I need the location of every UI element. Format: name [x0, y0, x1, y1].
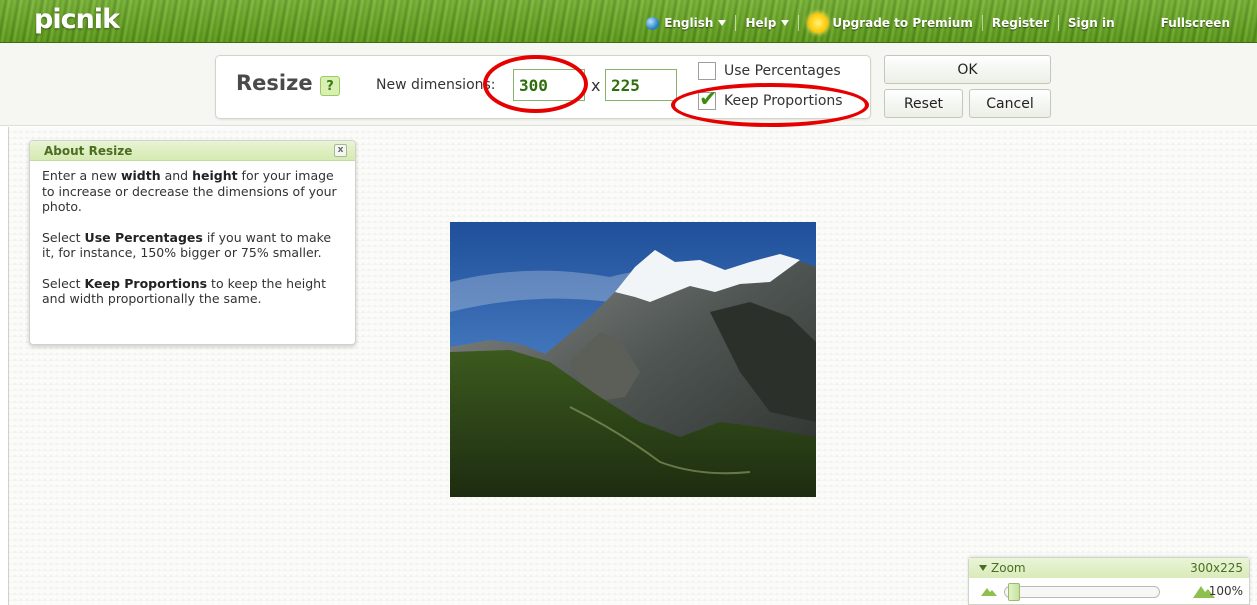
help-label: Help	[745, 16, 777, 30]
picnik-logo[interactable]: picnik	[34, 4, 120, 36]
top-navigation: English Help Upgrade to Premium Register…	[637, 13, 1239, 33]
cancel-button[interactable]: Cancel	[969, 89, 1051, 118]
keep-proportions-label: Keep Proportions	[724, 93, 843, 109]
about-paragraph-2: Select Use Percentages if you want to ma…	[42, 229, 332, 261]
dimensions-label: New dimensions:	[376, 77, 496, 93]
zoom-slider-track[interactable]	[1004, 586, 1160, 598]
keep-proportions-option[interactable]: ✔ Keep Proportions	[698, 87, 843, 112]
zoom-image-size: 300x225	[1190, 561, 1243, 575]
help-button[interactable]: ?	[320, 76, 340, 96]
mountain-photo	[450, 222, 816, 497]
top-bar: picnik English Help Upgrade to Premium R…	[0, 0, 1257, 43]
about-body: Enter a new width and height for your im…	[30, 161, 355, 307]
signin-link[interactable]: Sign in	[1059, 16, 1124, 30]
ok-button[interactable]: OK	[884, 55, 1051, 84]
use-percentages-label: Use Percentages	[724, 63, 841, 79]
language-menu[interactable]: English	[637, 16, 735, 30]
upgrade-label: Upgrade to Premium	[832, 16, 973, 30]
height-input[interactable]	[605, 69, 677, 101]
about-title: About Resize	[44, 143, 133, 158]
zoom-controls: 100%	[969, 578, 1249, 604]
about-paragraph-3: Select Keep Proportions to keep the heig…	[42, 275, 326, 307]
help-menu[interactable]: Help	[736, 16, 798, 30]
width-input[interactable]	[513, 69, 585, 101]
zoom-panel: Zoom 300x225 100%	[968, 557, 1250, 605]
use-percentages-checkbox[interactable]	[698, 62, 716, 80]
reset-button[interactable]: Reset	[884, 89, 963, 118]
about-resize-panel: About Resize x Enter a new width and hei…	[29, 140, 356, 345]
upgrade-premium-link[interactable]: Upgrade to Premium	[799, 13, 982, 33]
zoom-header[interactable]: Zoom 300x225	[969, 558, 1249, 578]
collapse-triangle-icon	[979, 565, 987, 571]
about-paragraph-1: Enter a new width and height for your im…	[42, 168, 337, 214]
resize-title: Resize	[236, 71, 313, 95]
keep-proportions-checkbox[interactable]: ✔	[698, 87, 717, 112]
dimension-separator: x	[591, 76, 601, 95]
fullscreen-button[interactable]: Fullscreen	[1152, 16, 1239, 30]
about-header: About Resize x	[30, 141, 355, 161]
zoom-slider-handle[interactable]	[1008, 583, 1020, 601]
register-link[interactable]: Register	[983, 16, 1058, 30]
use-percentages-option[interactable]: Use Percentages	[698, 62, 841, 80]
sun-icon	[808, 13, 829, 33]
chevron-down-icon	[781, 20, 790, 26]
chevron-down-icon	[718, 20, 727, 26]
language-label: English	[664, 16, 714, 30]
close-icon[interactable]: x	[334, 144, 347, 157]
zoom-percent: 100%	[1208, 584, 1243, 598]
zoom-out-mountain-icon[interactable]	[981, 586, 997, 596]
checkmark-icon: ✔	[699, 87, 718, 112]
globe-icon	[646, 16, 660, 30]
photo-preview[interactable]	[450, 222, 816, 497]
zoom-title: Zoom	[991, 561, 1026, 575]
